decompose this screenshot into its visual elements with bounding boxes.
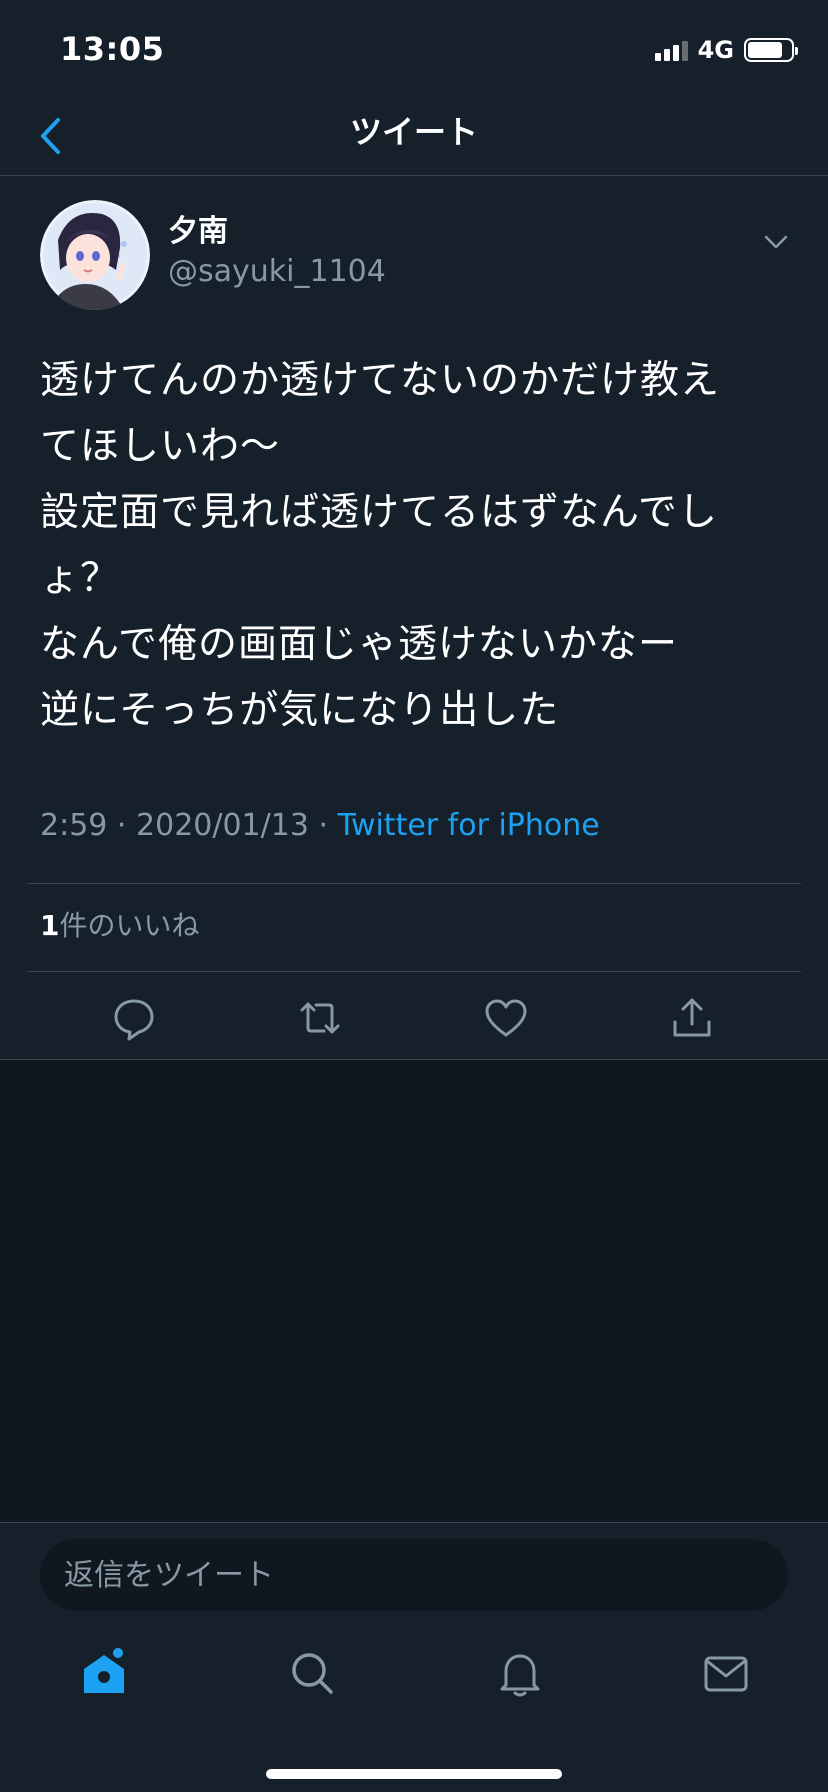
user-handle[interactable]: @sayuki_1104 [168,254,386,290]
bell-icon [500,1654,540,1697]
like-label: 件のいいね [59,909,200,942]
retweet-icon [300,1002,340,1034]
signal-icon [654,39,688,61]
meta-separator: · [318,808,329,843]
share-button[interactable] [668,994,716,1042]
status-bar: 13:05 4G [0,0,828,100]
nav-bar: ツイート [0,100,828,176]
network-label: 4G [697,36,734,64]
battery-icon [744,38,798,62]
page-title: ツイート [349,113,478,151]
reply-input[interactable] [40,1539,788,1611]
avatar[interactable] [40,200,150,310]
more-options-button[interactable] [760,226,792,258]
retweet-button[interactable] [296,994,344,1042]
home-icon [84,1648,124,1693]
tweet-actions [0,976,828,1060]
heart-icon [485,999,527,1037]
mail-icon [704,1656,748,1692]
reply-button[interactable] [110,994,158,1042]
status-indicators: 4G [654,36,798,64]
chevron-down-icon [764,235,788,249]
tab-search[interactable] [284,1645,340,1701]
bottom-bar [0,1522,828,1792]
tab-messages[interactable] [698,1645,754,1701]
comment-icon [114,999,154,1041]
tweet-date: 2020/01/13 [136,808,309,843]
avatar-image [40,200,150,310]
empty-area [0,1060,828,1522]
like-count: 1 [40,909,60,942]
divider [27,883,801,884]
tweet-meta: 2:59 · 2020/01/13 · Twitter for iPhone [40,808,600,844]
tab-home[interactable] [76,1645,132,1701]
home-indicator [266,1769,562,1779]
share-icon [673,998,711,1037]
tweet-source-link[interactable]: Twitter for iPhone [338,808,600,843]
search-icon [292,1653,333,1694]
tab-notifications[interactable] [492,1645,548,1701]
divider [27,971,801,972]
tweet-time: 2:59 [40,808,108,843]
display-name[interactable]: 夕南 [168,214,228,250]
like-button[interactable] [482,994,530,1042]
meta-separator: · [116,808,127,843]
likes-count-row[interactable]: 1件のいいね [40,908,200,944]
tweet-text: 透けてんのか透けてないのかだけ教え てほしいわ〜 設定面で見れば透けてるはずなん… [40,358,721,733]
status-time: 13:05 [60,30,165,68]
tweet-detail: 夕南 @sayuki_1104 透けてんのか透けてないのかだけ教え てほしいわ〜… [0,176,828,1060]
